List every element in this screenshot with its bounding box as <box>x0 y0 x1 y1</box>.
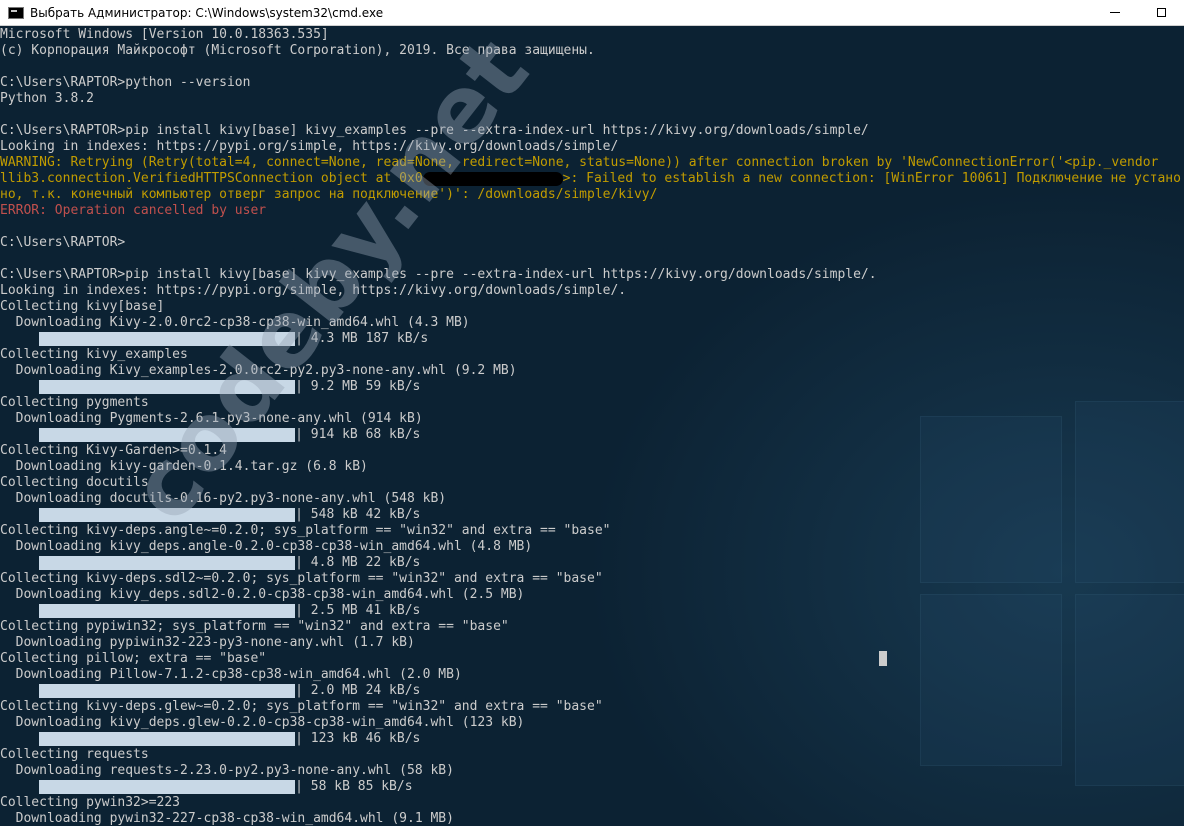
console-line: Collecting pywin32>=223 <box>0 795 181 810</box>
redaction-mark <box>422 171 563 186</box>
progress-bar <box>39 604 296 618</box>
console-line: C:\Users\RAPTOR>pip install kivy[base] k… <box>0 123 869 138</box>
console-line: Microsoft Windows [Version 10.0.18363.53… <box>0 27 329 42</box>
maximize-icon <box>1156 8 1166 17</box>
console-line: | 4.8 MB 22 kB/s <box>0 555 1184 571</box>
console-line: | 9.2 MB 59 kB/s <box>0 379 1184 395</box>
console-line: Looking in indexes: https://pypi.org/sim… <box>0 283 627 298</box>
console-line: | 2.5 MB 41 kB/s <box>0 603 1184 619</box>
console-line: Downloading docutils-0.16-py2.py3-none-a… <box>0 491 447 506</box>
console-line: C:\Users\RAPTOR> <box>0 235 126 250</box>
maximize-button[interactable] <box>1138 0 1184 26</box>
cmd-icon <box>8 6 24 19</box>
console-line: Collecting Kivy-Garden>=0.1.4 <box>0 443 227 458</box>
progress-status: | 548 kB 42 kB/s <box>295 507 421 522</box>
console-line: | 548 kB 42 kB/s <box>0 507 1184 523</box>
console-line: Collecting kivy_examples <box>0 347 188 362</box>
console-line: Collecting docutils <box>0 475 149 490</box>
progress-status: | 9.2 MB 59 kB/s <box>295 379 421 394</box>
console-line: Downloading Kivy_examples-2.0.0rc2-py2.p… <box>0 363 517 378</box>
progress-status: | 58 kB 85 kB/s <box>295 779 413 794</box>
progress-bar <box>39 556 296 570</box>
console-line: Downloading Pillow-7.1.2-cp38-cp38-win_a… <box>0 667 462 682</box>
console-line: ERROR: Operation cancelled by user <box>0 203 267 218</box>
progress-bar <box>39 508 296 522</box>
console-line: | 123 kB 46 kB/s <box>0 731 1184 747</box>
console-line: Collecting kivy-deps.sdl2~=0.2.0; sys_pl… <box>0 571 603 586</box>
console-line: Python 3.8.2 <box>0 91 94 106</box>
console-line: Downloading kivy-garden-0.1.4.tar.gz (6.… <box>0 459 368 474</box>
console-line: WARNING: Retrying (Retry(total=4, connec… <box>0 155 1159 170</box>
console-line: | 58 kB 85 kB/s <box>0 779 1184 795</box>
console-line: | 2.0 MB 24 kB/s <box>0 683 1184 699</box>
console-line: | 4.3 MB 187 kB/s <box>0 331 1184 347</box>
progress-status: | 2.0 MB 24 kB/s <box>295 683 421 698</box>
console-line: Downloading Kivy-2.0.0rc2-cp38-cp38-win_… <box>0 315 470 330</box>
progress-bar <box>39 780 296 794</box>
console-line: Downloading kivy_deps.sdl2-0.2.0-cp38-cp… <box>0 587 525 602</box>
minimize-icon <box>1110 12 1120 13</box>
progress-bar <box>39 380 296 394</box>
console-line: C:\Users\RAPTOR>python --version <box>0 75 251 90</box>
console-line: (c) Корпорация Майкрософт (Microsoft Cor… <box>0 43 595 58</box>
progress-status: | 4.3 MB 187 kB/s <box>295 331 429 346</box>
console-line: но, т.к. конечный компьютер отверг запро… <box>0 187 658 202</box>
window-title: Выбрать Администратор: C:\Windows\system… <box>30 5 384 20</box>
console-line: Downloading requests-2.23.0-py2.py3-none… <box>0 763 454 778</box>
warning-text-part: >: Failed to establish a new connection:… <box>562 171 1181 186</box>
progress-bar <box>39 732 296 746</box>
progress-status: | 914 kB 68 kB/s <box>295 427 421 442</box>
progress-status: | 123 kB 46 kB/s <box>295 731 421 746</box>
progress-bar <box>39 684 296 698</box>
console-line: Downloading kivy_deps.glew-0.2.0-cp38-cp… <box>0 715 525 730</box>
console-line: llib3.connection.VerifiedHTTPSConnection… <box>0 171 1184 187</box>
console-line: Collecting pillow; extra == "base" <box>0 651 267 666</box>
console-line: Downloading kivy_deps.angle-0.2.0-cp38-c… <box>0 539 533 554</box>
progress-status: | 2.5 MB 41 kB/s <box>295 603 421 618</box>
console-line: Collecting kivy-deps.glew~=0.2.0; sys_pl… <box>0 699 603 714</box>
progress-status: | 4.8 MB 22 kB/s <box>295 555 421 570</box>
console-line: Collecting pygments <box>0 395 149 410</box>
console-line: Collecting pypiwin32; sys_platform == "w… <box>0 619 509 634</box>
warning-text-part: llib3.connection.VerifiedHTTPSConnection… <box>0 171 423 186</box>
window-titlebar[interactable]: Выбрать Администратор: C:\Windows\system… <box>0 0 1184 26</box>
console-output[interactable]: Microsoft Windows [Version 10.0.18363.53… <box>0 27 1184 826</box>
console-line: | 914 kB 68 kB/s <box>0 427 1184 443</box>
console-line: Collecting kivy[base] <box>0 299 165 314</box>
console-line: Downloading Pygments-2.6.1-py3-none-any.… <box>0 411 423 426</box>
progress-bar <box>39 332 296 346</box>
console-line: Downloading pywin32-227-cp38-cp38-win_am… <box>0 811 454 826</box>
text-cursor <box>879 651 887 666</box>
console-line: Collecting requests <box>0 747 149 762</box>
console-line: C:\Users\RAPTOR>pip install kivy[base] k… <box>0 267 877 282</box>
console-line: Collecting kivy-deps.angle~=0.2.0; sys_p… <box>0 523 611 538</box>
minimize-button[interactable] <box>1092 0 1138 26</box>
progress-bar <box>39 428 296 442</box>
console-line: Looking in indexes: https://pypi.org/sim… <box>0 139 619 154</box>
console-line: Downloading pypiwin32-223-py3-none-any.w… <box>0 635 415 650</box>
